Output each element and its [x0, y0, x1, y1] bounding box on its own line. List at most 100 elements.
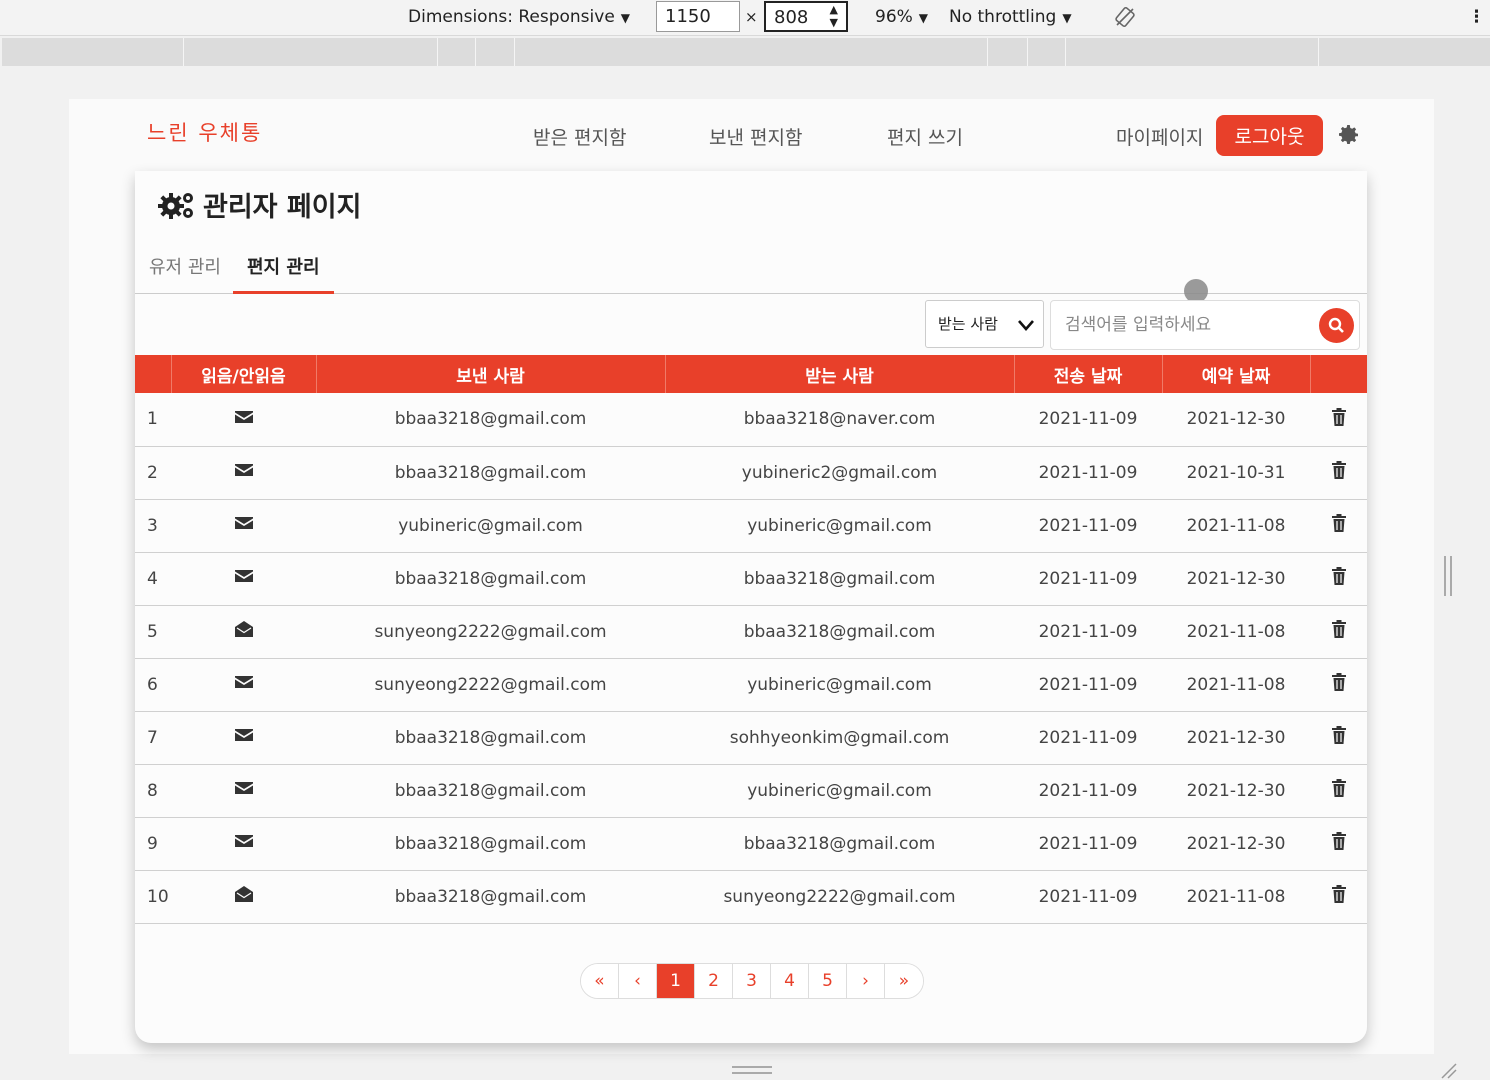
height-input[interactable]: 808 ▲ ▼ [764, 1, 848, 32]
trash-icon[interactable] [1310, 711, 1367, 764]
row-sent-date: 2021-11-09 [1038, 727, 1138, 748]
spinner-icon[interactable]: ▲ ▼ [830, 3, 838, 29]
table-row[interactable]: 8 bbaa3218@gmail.com yubineric@gmail.com 20… [135, 764, 1367, 817]
gear-icon[interactable] [1337, 123, 1361, 147]
row-sent-date: 2021-11-09 [1038, 886, 1138, 907]
page-viewport: 느린 우체통 받은 편지함 보낸 편지함 편지 쓰기 마이페이지 로그아웃 관리… [69, 99, 1434, 1054]
table-row[interactable]: 3 yubineric@gmail.com yubineric@gmail.com 2… [135, 499, 1367, 552]
row-receiver: bbaa3218@gmail.com [743, 833, 936, 854]
row-reserved-date: 2021-10-31 [1186, 462, 1286, 483]
envelope-open-icon [171, 605, 316, 658]
page-button-4[interactable]: 4 [771, 964, 809, 998]
row-sent-date: 2021-11-09 [1038, 674, 1138, 695]
row-receiver: sunyeong2222@gmail.com [723, 886, 956, 907]
search-button[interactable] [1319, 308, 1354, 343]
times-icon: × [745, 8, 758, 26]
row-reserved-date: 2021-12-30 [1186, 727, 1286, 748]
trash-icon[interactable] [1310, 658, 1367, 711]
envelope-icon [171, 817, 316, 870]
corner-resize-icon[interactable] [1438, 1060, 1458, 1080]
row-sent-date: 2021-11-09 [1038, 568, 1138, 589]
row-sent-date: 2021-11-09 [1038, 409, 1138, 430]
caret-down-icon: ▼ [918, 11, 929, 25]
table-row[interactable]: 1 bbaa3218@gmail.com bbaa3218@naver.com 202… [135, 393, 1367, 446]
media-query-ruler[interactable] [2, 38, 1490, 66]
row-index: 8 [147, 780, 158, 801]
envelope-icon [171, 393, 316, 446]
table-body: 1 bbaa3218@gmail.com bbaa3218@naver.com 202… [135, 393, 1367, 923]
row-sender: bbaa3218@gmail.com [394, 727, 587, 748]
row-reserved-date: 2021-12-30 [1186, 833, 1286, 854]
page-first-button[interactable]: « [581, 964, 619, 998]
tab-user-management[interactable]: 유저 관리 [135, 253, 235, 294]
tab-letter-management[interactable]: 편지 관리 [233, 253, 334, 294]
page-last-button[interactable]: » [885, 964, 923, 998]
page-button-1[interactable]: 1 [657, 964, 695, 998]
trash-icon[interactable] [1310, 817, 1367, 870]
search-input[interactable] [1065, 310, 1305, 340]
col-header-receiver: 받는 사람 [665, 355, 1015, 393]
letters-table: 읽음/안읽음 보낸 사람 받는 사람 전송 날짜 예약 날짜 1 bbaa3218… [135, 355, 1367, 924]
trash-icon[interactable] [1310, 499, 1367, 552]
throttling-label: No throttling [949, 7, 1057, 27]
row-index: 10 [147, 886, 169, 907]
envelope-icon [171, 446, 316, 499]
trash-icon[interactable] [1310, 605, 1367, 658]
search-filter-select[interactable]: 받는 사람 [925, 300, 1044, 348]
row-sent-date: 2021-11-09 [1038, 621, 1138, 642]
table-row[interactable]: 5 sunyeong2222@gmail.com bbaa3218@gmail.co… [135, 605, 1367, 658]
trash-icon[interactable] [1310, 552, 1367, 605]
page-next-button[interactable]: › [847, 964, 885, 998]
site-logo[interactable]: 느린 우체통 [147, 117, 262, 147]
page-button-5[interactable]: 5 [809, 964, 847, 998]
col-header-sender: 보낸 사람 [316, 355, 666, 393]
rotate-icon[interactable] [1114, 6, 1136, 28]
nav-write[interactable]: 편지 쓰기 [887, 123, 963, 150]
col-header-read: 읽음/안읽음 [171, 355, 317, 393]
row-index: 5 [147, 621, 158, 642]
zoom-dropdown[interactable]: 96% ▼ [875, 0, 928, 36]
caret-down-icon: ▼ [1062, 11, 1072, 25]
table-row[interactable]: 2 bbaa3218@gmail.com yubineric2@gmail.com 2… [135, 446, 1367, 499]
row-index: 4 [147, 568, 158, 589]
throttling-dropdown[interactable]: No throttling ▼ [949, 0, 1072, 36]
page-button-3[interactable]: 3 [733, 964, 771, 998]
table-row[interactable]: 7 bbaa3218@gmail.com sohhyeonkim@gmail.com… [135, 711, 1367, 764]
row-receiver: sohhyeonkim@gmail.com [729, 727, 950, 748]
page-button-2[interactable]: 2 [695, 964, 733, 998]
table-row[interactable]: 4 bbaa3218@gmail.com bbaa3218@gmail.com 202… [135, 552, 1367, 605]
more-options-icon[interactable]: ⋮ [1468, 0, 1485, 36]
table-row[interactable]: 10 bbaa3218@gmail.com sunyeong2222@gmail.c… [135, 870, 1367, 923]
row-reserved-date: 2021-12-30 [1186, 780, 1286, 801]
envelope-open-icon [171, 870, 316, 923]
nav-sent[interactable]: 보낸 편지함 [709, 123, 802, 150]
envelope-icon [171, 711, 316, 764]
row-sender: bbaa3218@gmail.com [394, 780, 587, 801]
envelope-icon [171, 499, 316, 552]
admin-card: 관리자 페이지 유저 관리 편지 관리 받는 사람 읽음/안읽음 [135, 171, 1367, 1043]
nav-mypage[interactable]: 마이페이지 [1116, 123, 1203, 150]
dimensions-dropdown[interactable]: Dimensions: Responsive ▼ [408, 0, 630, 36]
envelope-icon [171, 658, 316, 711]
search-icon [1328, 317, 1344, 333]
table-row[interactable]: 9 bbaa3218@gmail.com bbaa3218@gmail.com 202… [135, 817, 1367, 870]
row-reserved-date: 2021-11-08 [1186, 621, 1286, 642]
row-sender: sunyeong2222@gmail.com [374, 674, 607, 695]
bottom-resize-handle[interactable] [732, 1066, 772, 1074]
trash-icon[interactable] [1310, 870, 1367, 923]
width-input[interactable]: 1150 [656, 1, 740, 32]
row-sender: bbaa3218@gmail.com [394, 568, 587, 589]
logout-button[interactable]: 로그아웃 [1216, 115, 1323, 156]
trash-icon[interactable] [1310, 393, 1367, 446]
gears-icon [158, 192, 193, 219]
col-header-actions [1310, 355, 1367, 393]
trash-icon[interactable] [1310, 764, 1367, 817]
right-resize-handle[interactable] [1444, 556, 1452, 596]
pagination: « ‹ 1 2 3 4 5 › » [580, 963, 924, 999]
nav-inbox[interactable]: 받은 편지함 [533, 123, 626, 150]
table-row[interactable]: 6 sunyeong2222@gmail.com yubineric@gmail.c… [135, 658, 1367, 711]
page-prev-button[interactable]: ‹ [619, 964, 657, 998]
trash-icon[interactable] [1310, 446, 1367, 499]
envelope-icon [171, 552, 316, 605]
devtools-toolbar: Dimensions: Responsive ▼ 1150 × 808 ▲ ▼ 96%… [0, 0, 1490, 36]
